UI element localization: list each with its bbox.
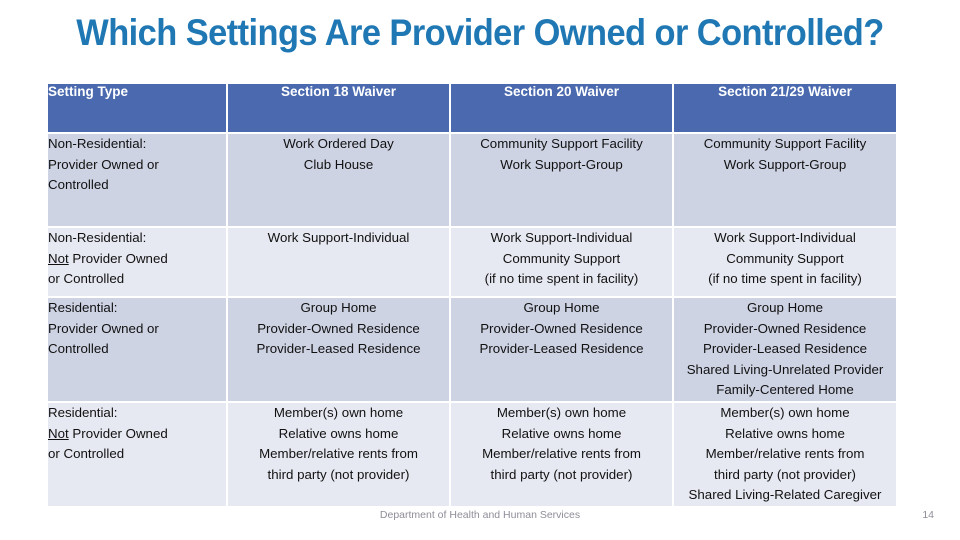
cell-section-18-waiver: Work Support-Individual: [228, 228, 449, 296]
cell-section-20-waiver: Group Home Provider-Owned Residence Provid…: [451, 298, 672, 402]
cell-line: Community Support: [502, 250, 621, 266]
cell-line: Provider Owned or: [48, 156, 159, 172]
cell-line: third party (not provider): [490, 466, 633, 482]
cell-setting-type: Non-Residential: Not Provider Owned or Con…: [48, 228, 226, 296]
cell-section-20-waiver: Work Support-Individual Community Support…: [451, 228, 672, 296]
cell-line: Work Support-Individual: [267, 230, 410, 245]
cell-line: third party (not provider): [267, 466, 410, 482]
cell-setting-type: Residential: Provider Owned or Controlled: [48, 298, 226, 402]
cell-line: Club House: [303, 156, 374, 172]
cell-line: Community Support: [726, 250, 844, 266]
cell-line: Relative owns home: [725, 425, 845, 441]
cell-line: Group Home: [523, 300, 600, 315]
cell-line: or Controlled: [48, 271, 125, 287]
cell-line: Work Support-Group: [500, 156, 623, 172]
cell-section-20-waiver: Community Support Facility Work Support-G…: [451, 134, 672, 226]
cell-line: Not Provider Owned: [48, 425, 168, 441]
cell-line: Group Home: [746, 300, 824, 315]
cell-line: Controlled: [48, 177, 109, 193]
cell-line: Relative owns home: [278, 425, 399, 441]
cell-line: Community Support Facility: [480, 136, 643, 151]
cell-section-18-waiver: Group Home Provider-Owned Residence Provid…: [228, 298, 449, 402]
cell-setting-type: Residential: Not Provider Owned or Control…: [48, 403, 226, 507]
cell-line: Member(s) own home: [720, 405, 850, 421]
column-header-section-21-29-waiver: Section 21/29 Waiver: [674, 84, 896, 132]
cell-line: Member(s) own home: [273, 405, 404, 421]
cell-line: Member/relative rents from: [705, 446, 865, 462]
cell-line: Controlled: [48, 341, 109, 357]
table-row: Non-Residential: Provider Owned or Control…: [48, 134, 896, 226]
cell-setting-type: Non-Residential: Provider Owned or Control…: [48, 134, 226, 226]
cell-line: Shared Living-Unrelated Provider: [686, 361, 884, 377]
cell-line: Work Support-Individual: [490, 230, 633, 245]
emphasis-not: Not: [48, 250, 69, 266]
settings-comparison-table: Setting Type Section 18 Waiver Section 2…: [46, 82, 898, 508]
cell-line: Work Support-Individual: [714, 230, 856, 245]
cell-line: Group Home: [300, 300, 377, 315]
table-body: Non-Residential: Provider Owned or Control…: [48, 134, 896, 507]
cell-line: (if no time spent in facility): [708, 271, 862, 287]
cell-line: Provider Owned or: [48, 320, 159, 336]
emphasis-not: Not: [48, 425, 69, 441]
cell-section-18-waiver: Member(s) own home Relative owns home Memb…: [228, 403, 449, 507]
cell-line: Member/relative rents from: [259, 446, 418, 462]
cell-line: Non-Residential:: [48, 230, 147, 245]
cell-section-21-29-waiver: Community Support Facility Work Support-G…: [674, 134, 896, 226]
cell-line: Not Provider Owned: [48, 250, 168, 266]
cell-section-21-29-waiver: Work Support-Individual Community Support…: [674, 228, 896, 296]
column-header-section-18-waiver: Section 18 Waiver: [228, 84, 449, 132]
cell-line: Shared Living-Related Caregiver: [688, 487, 882, 503]
footer-organization: Department of Health and Human Services: [379, 509, 581, 521]
table-row: Residential: Provider Owned or Controlled G…: [48, 298, 896, 402]
cell-line: Provider-Owned Residence: [257, 320, 420, 336]
cell-section-21-29-waiver: Member(s) own home Relative owns home Memb…: [674, 403, 896, 507]
cell-line: Work Support-Group: [723, 156, 847, 172]
table-header-row: Setting Type Section 18 Waiver Section 2…: [48, 84, 896, 132]
cell-line: Work Ordered Day: [283, 136, 394, 151]
cell-line: Provider-Leased Residence: [256, 341, 421, 357]
cell-section-21-29-waiver: Group Home Provider-Owned Residence Provid…: [674, 298, 896, 402]
cell-section-18-waiver: Work Ordered Day Club House: [228, 134, 449, 226]
cell-line: Residential:: [48, 405, 118, 421]
page-title: Which Settings Are Provider Owned or Con…: [76, 12, 884, 53]
footer-page-number: 14: [922, 509, 934, 521]
cell-line: Provider-Leased Residence: [479, 341, 644, 357]
cell-line: Residential:: [48, 300, 118, 315]
cell-line: Non-Residential:: [48, 136, 147, 151]
cell-section-20-waiver: Member(s) own home Relative owns home Memb…: [451, 403, 672, 507]
cell-line: Provider-Owned Residence: [480, 320, 643, 336]
cell-line: Provider-Owned Residence: [703, 320, 867, 336]
table-row: Residential: Not Provider Owned or Control…: [48, 403, 896, 507]
cell-line: Family-Centered Home: [716, 382, 854, 398]
cell-line: Provider-Leased Residence: [702, 341, 868, 357]
cell-line: Relative owns home: [501, 425, 622, 441]
cell-line: Member/relative rents from: [482, 446, 641, 462]
cell-line: Member(s) own home: [496, 405, 627, 421]
column-header-section-20-waiver: Section 20 Waiver: [451, 84, 672, 132]
cell-line: or Controlled: [48, 446, 125, 462]
column-header-setting-type: Setting Type: [48, 84, 226, 132]
cell-line: Community Support Facility: [703, 136, 867, 151]
cell-line: third party (not provider): [714, 466, 856, 482]
cell-line: (if no time spent in facility): [484, 271, 639, 287]
table-row: Non-Residential: Not Provider Owned or Con…: [48, 228, 896, 296]
